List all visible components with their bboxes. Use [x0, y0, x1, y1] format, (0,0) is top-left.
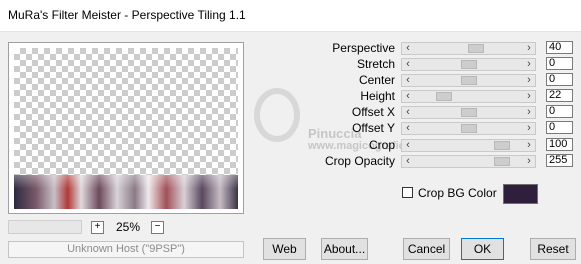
- host-status: Unknown Host ("9PSP"): [8, 241, 244, 258]
- control-label: Offset Y: [352, 121, 395, 135]
- slider-thumb[interactable]: [460, 76, 477, 85]
- slider-thumb[interactable]: [493, 157, 510, 166]
- window-title: MuRa's Filter Meister - Perspective Tili…: [8, 8, 246, 22]
- control-label: Crop Opacity: [324, 154, 395, 168]
- perspective-slider[interactable]: ‹ ›: [401, 42, 536, 55]
- chevron-left-icon[interactable]: ‹: [403, 90, 413, 103]
- offset-x-slider[interactable]: ‹ ›: [401, 106, 536, 119]
- height-slider[interactable]: ‹ ›: [401, 90, 536, 103]
- crop-bg-color-checkbox[interactable]: [402, 187, 413, 198]
- title-bar: MuRa's Filter Meister - Perspective Tili…: [0, 0, 581, 32]
- control-label: Stretch: [356, 57, 395, 71]
- chevron-left-icon[interactable]: ‹: [403, 58, 413, 71]
- web-button[interactable]: Web: [263, 238, 306, 260]
- stretch-slider[interactable]: ‹ ›: [401, 58, 536, 71]
- tiled-floor-preview: [14, 175, 238, 209]
- reset-button[interactable]: Reset: [530, 238, 576, 260]
- chevron-right-icon[interactable]: ›: [524, 74, 534, 87]
- control-label: Height: [360, 89, 395, 103]
- chevron-right-icon[interactable]: ›: [524, 58, 534, 71]
- stretch-value[interactable]: 0: [546, 57, 573, 70]
- control-label: Center: [358, 73, 395, 87]
- zoom-level: 25%: [116, 220, 141, 234]
- zoom-out-button[interactable]: −: [151, 221, 164, 234]
- chevron-left-icon[interactable]: ‹: [403, 155, 413, 168]
- ok-button[interactable]: OK: [461, 238, 504, 260]
- offset-x-value[interactable]: 0: [546, 105, 573, 118]
- about-button[interactable]: About...: [321, 238, 368, 260]
- zoom-bar: [8, 220, 82, 234]
- center-slider[interactable]: ‹ ›: [401, 74, 536, 87]
- height-value[interactable]: 22: [546, 89, 573, 102]
- crop-opacity-slider[interactable]: ‹ ›: [401, 155, 536, 168]
- control-label: Perspective: [332, 41, 395, 55]
- preview-panel[interactable]: [8, 42, 244, 214]
- crop-opacity-value[interactable]: 255: [546, 154, 573, 167]
- slider-thumb[interactable]: [493, 141, 510, 150]
- control-label: Offset X: [351, 105, 395, 119]
- slider-thumb[interactable]: [460, 60, 477, 69]
- chevron-left-icon[interactable]: ‹: [403, 42, 413, 55]
- chevron-left-icon[interactable]: ‹: [403, 122, 413, 135]
- cancel-button[interactable]: Cancel: [403, 238, 450, 260]
- chevron-right-icon[interactable]: ›: [524, 155, 534, 168]
- chevron-left-icon[interactable]: ‹: [403, 106, 413, 119]
- crop-slider[interactable]: ‹ ›: [401, 139, 536, 152]
- slider-thumb[interactable]: [436, 92, 453, 101]
- chevron-left-icon[interactable]: ‹: [403, 74, 413, 87]
- offset-y-slider[interactable]: ‹ ›: [401, 122, 536, 135]
- chevron-right-icon[interactable]: ›: [524, 106, 534, 119]
- chevron-left-icon[interactable]: ‹: [403, 139, 413, 152]
- crop-value[interactable]: 100: [546, 138, 573, 151]
- control-label: Crop: [368, 138, 395, 152]
- chevron-right-icon[interactable]: ›: [524, 90, 534, 103]
- crop-bg-color-label: Crop BG Color: [418, 186, 497, 200]
- chevron-right-icon[interactable]: ›: [524, 139, 534, 152]
- crop-bg-color-swatch[interactable]: [503, 184, 538, 204]
- slider-thumb[interactable]: [460, 108, 477, 117]
- zoom-in-button[interactable]: +: [91, 221, 104, 234]
- perspective-value[interactable]: 40: [546, 41, 573, 54]
- chevron-right-icon[interactable]: ›: [524, 122, 534, 135]
- chevron-right-icon[interactable]: ›: [524, 42, 534, 55]
- offset-y-value[interactable]: 0: [546, 121, 573, 134]
- slider-thumb[interactable]: [460, 124, 477, 133]
- center-value[interactable]: 0: [546, 73, 573, 86]
- slider-thumb[interactable]: [467, 44, 484, 53]
